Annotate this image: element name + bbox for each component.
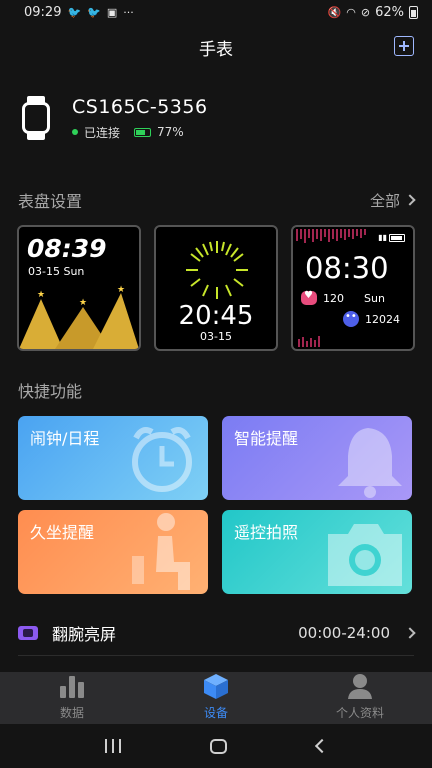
- face-time: 08:30: [305, 251, 389, 285]
- recent-apps-icon[interactable]: [104, 739, 121, 753]
- section-title-quick: 快捷功能: [18, 382, 83, 401]
- wifi-icon: ◠: [346, 5, 356, 19]
- bar-chart-icon: [60, 676, 84, 698]
- watch-face-3[interactable]: ▮▮ 08:30 120 Sun 12024: [291, 225, 415, 351]
- smartwatch-icon: [18, 94, 54, 142]
- tile-label: 智能提醒: [234, 429, 299, 448]
- signal-icon: ▮▮: [378, 233, 387, 242]
- tile-label: 遥控拍照: [234, 523, 299, 542]
- quick-functions-header: 快捷功能: [18, 378, 414, 402]
- mute-icon: 🔇: [327, 5, 342, 19]
- all-label: 全部: [369, 191, 400, 210]
- heart-rate-row: 120 Sun: [301, 290, 385, 305]
- tab-label: 数据: [59, 706, 84, 720]
- sedentary-reminder-tile[interactable]: 久坐提醒: [18, 510, 208, 594]
- status-bar: 09:29 🐦 🐦 ▣ ··· 🔇 ◠ ⊘ 62%: [0, 0, 432, 24]
- device-name: CS165C-5356: [72, 95, 208, 118]
- tab-device[interactable]: 设备: [144, 672, 288, 724]
- twitter-notification-icon: 🐦: [67, 5, 82, 19]
- remote-camera-tile[interactable]: 遥控拍照: [222, 510, 412, 594]
- watch-face-list: 08:39 03-15 Sun ★ ★ ★ 20:45 03-15 ▮▮ 08:…: [17, 225, 415, 351]
- battery-percent: 62%: [375, 4, 404, 20]
- device-status: 已连接 77%: [72, 124, 208, 141]
- system-navigation-bar: [0, 724, 432, 768]
- status-time: 09:29: [24, 4, 62, 20]
- face-date: 03-15: [200, 330, 232, 343]
- svg-text:★: ★: [37, 290, 45, 300]
- chevron-right-icon: [404, 194, 416, 206]
- watch-face-2[interactable]: 20:45 03-15: [154, 225, 278, 351]
- heart-icon: [301, 290, 317, 305]
- steps-row: 12024: [343, 311, 400, 327]
- device-battery-icon: [134, 127, 152, 137]
- person-icon: [348, 674, 372, 699]
- all-watch-faces-link[interactable]: 全部: [369, 190, 416, 211]
- tab-label: 设备: [203, 706, 228, 720]
- wrist-wake-time-range: 00:00-24:00: [298, 624, 390, 642]
- page-title: 手表: [199, 39, 233, 60]
- wrist-watch-icon: [18, 626, 38, 640]
- add-device-button[interactable]: [394, 36, 414, 56]
- mountains-graphic: ★ ★ ★: [19, 285, 139, 349]
- device-battery: 77%: [157, 125, 184, 139]
- sunburst-graphic: [186, 241, 248, 299]
- tab-data[interactable]: 数据: [0, 672, 144, 724]
- sitting-person-icon: [132, 513, 190, 590]
- face-time: 20:45: [178, 301, 254, 331]
- face-time: 08:39: [27, 234, 107, 263]
- back-icon[interactable]: [315, 738, 330, 754]
- face-date: 03-15 Sun: [28, 265, 85, 278]
- alarm-clock-icon: [132, 427, 192, 492]
- wrist-wake-label: 翻腕亮屏: [52, 625, 117, 644]
- steps-value: 12024: [365, 312, 400, 326]
- more-notifications-icon: ···: [123, 5, 134, 19]
- face-weekday: Sun: [364, 291, 385, 305]
- connection-status: 已连接: [84, 125, 121, 140]
- battery-icon: [409, 5, 418, 19]
- tile-label: 闹钟/日程: [30, 429, 100, 448]
- quick-function-grid: 闹钟/日程 智能提醒 久坐提醒 遥控拍照: [18, 416, 412, 594]
- device-card[interactable]: CS165C-5356 已连接 77%: [18, 88, 414, 148]
- image-notification-icon: ▣: [106, 5, 118, 19]
- divider: [18, 655, 414, 656]
- camera-icon: [328, 524, 402, 586]
- do-not-disturb-icon: ⊘: [360, 5, 371, 19]
- cube-icon: [204, 674, 228, 699]
- app-header: 手表: [0, 30, 432, 64]
- tab-profile[interactable]: 个人资料: [288, 672, 432, 724]
- waveform-bottom-graphic: [298, 336, 320, 347]
- svg-text:★: ★: [117, 285, 125, 295]
- smart-reminder-tile[interactable]: 智能提醒: [222, 416, 412, 500]
- footsteps-icon: [343, 311, 359, 327]
- home-icon[interactable]: [210, 738, 228, 754]
- tile-label: 久坐提醒: [30, 523, 95, 542]
- bell-icon: [338, 428, 402, 498]
- tab-label: 个人资料: [335, 706, 384, 720]
- connected-dot-icon: [72, 129, 78, 135]
- svg-text:★: ★: [79, 298, 87, 308]
- chevron-right-icon: [404, 627, 416, 639]
- alarm-schedule-tile[interactable]: 闹钟/日程: [18, 416, 208, 500]
- face-battery-icon: [389, 234, 405, 242]
- heart-rate-value: 120: [323, 291, 344, 305]
- section-title-watch-faces: 表盘设置: [18, 192, 83, 211]
- twitter-notification-icon-2: 🐦: [87, 5, 101, 19]
- wrist-wake-row[interactable]: 翻腕亮屏 00:00-24:00: [18, 616, 416, 650]
- watch-faces-header: 表盘设置 全部: [18, 188, 416, 212]
- watch-face-1[interactable]: 08:39 03-15 Sun ★ ★ ★: [17, 225, 141, 351]
- bottom-tab-bar: 数据 设备 个人资料: [0, 672, 432, 724]
